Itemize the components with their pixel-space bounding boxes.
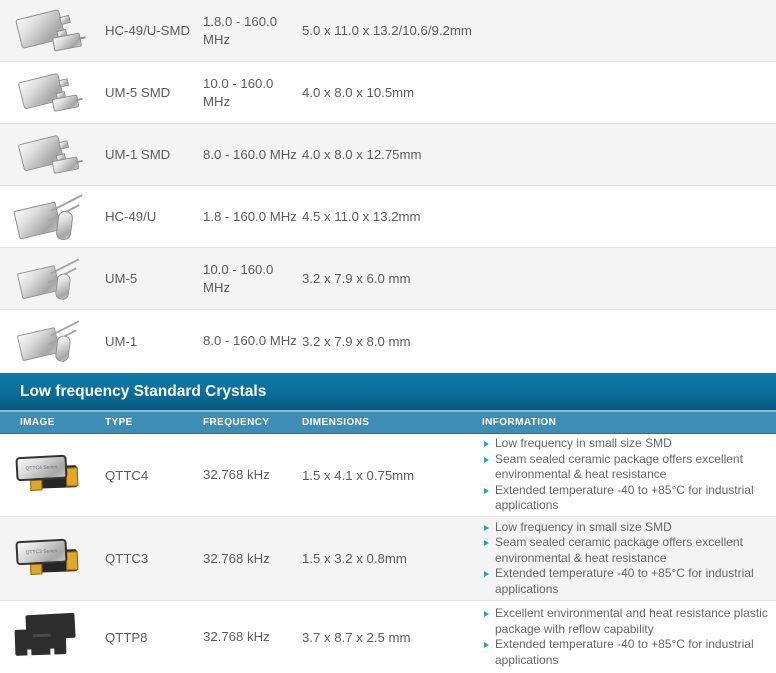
product-information-list: Excellent environmental and heat resista… [482,606,776,668]
product-dimensions: 3.2 x 7.9 x 6.0 mm [302,271,776,286]
product-dimensions: 1.5 x 4.1 x 0.75mm [302,468,482,483]
bullet-arrow-icon [484,571,489,577]
column-header-image: IMAGE [0,417,97,428]
product-image-cell: QTTC3 Series [0,538,97,580]
smd-metal-crystal-photo [15,70,81,114]
product-frequency: 1.8 - 160.0 MHz [203,208,302,226]
info-bullet-item: Excellent environmental and heat resista… [482,606,770,637]
product-image-cell [0,193,97,241]
product-frequency: 32.768 kHz [203,466,302,484]
qttp8-plastic-smd-crystal-photo [13,612,85,662]
smd-metal-crystal-photo [13,7,85,55]
column-header-dimensions: DIMENSIONS [302,417,482,428]
product-type: QTTP8 [97,630,203,645]
product-information-list: Low frequency in small size SMD Seam sea… [482,436,776,514]
product-type: HC-49/U-SMD [97,23,203,38]
product-row-hc49u-smd[interactable]: HC-49/U-SMD 1.8.0 - 160.0 MHz 5.0 x 11.0… [0,0,776,62]
product-row-qttc3[interactable]: QTTC3 Series QTTC3 32.768 kHz 1.5 x 3.2 … [0,517,776,601]
product-row-qttc4[interactable]: QTTC4 Series QTTC4 32.768 kHz 1.5 x 4.1 … [0,434,776,517]
product-dimensions: 3.7 x 8.7 x 2.5 mm [302,630,482,645]
product-frequency: 32.768 kHz [203,550,302,568]
crystal-products-page: HC-49/U-SMD 1.8.0 - 160.0 MHz 5.0 x 11.0… [0,0,776,673]
product-row-qttp8[interactable]: QTTP8 32.768 kHz 3.7 x 8.7 x 2.5 mm Exce… [0,601,776,673]
product-dimensions: 1.5 x 3.2 x 0.8mm [302,551,482,566]
bullet-arrow-icon [484,441,489,447]
info-bullet-item: Extended temperature -40 to +85°C for in… [482,637,770,668]
bullet-arrow-icon [484,642,489,648]
product-dimensions: 4.0 x 8.0 x 12.75mm [302,147,776,162]
column-header-type: TYPE [97,417,203,428]
leaded-metal-crystal-photo [16,319,81,362]
product-information-list: Low frequency in small size SMD Seam sea… [482,520,776,598]
product-image-cell [0,317,97,365]
product-frequency: 8.0 - 160.0 MHz [203,332,302,350]
product-row-um1-smd[interactable]: UM-1 SMD 8.0 - 160.0 MHz 4.0 x 8.0 x 12.… [0,124,776,186]
product-frequency: 32.768 kHz [203,628,302,646]
product-frequency: 10.0 - 160.0 MHz [203,75,302,111]
bullet-arrow-icon [484,611,489,617]
leaded-metal-crystal-photo [16,257,81,300]
info-bullet-item: Low frequency in small size SMD [482,520,770,536]
product-dimensions: 3.2 x 7.9 x 8.0 mm [302,334,776,349]
info-bullet-item: Low frequency in small size SMD [482,436,770,452]
section-title-bar: Low frequency Standard Crystals [0,373,776,410]
column-header-row: IMAGE TYPE FREQUENCY DIMENSIONS INFORMAT… [0,410,776,434]
bullet-arrow-icon [484,525,489,531]
qttc4-ceramic-smd-crystal-photo: QTTC4 Series [15,454,83,496]
product-type: QTTC3 [97,551,203,566]
product-frequency: 8.0 - 160.0 MHz [203,146,302,164]
smd-metal-crystal-photo [15,132,81,176]
product-dimensions: 4.0 x 8.0 x 10.5mm [302,85,776,100]
product-type: UM-5 [97,271,203,286]
product-image-cell [0,255,97,303]
product-type: UM-1 [97,334,203,349]
product-image-cell [0,69,97,117]
low-frequency-crystals-section: Low frequency Standard Crystals IMAGE TY… [0,373,776,673]
standard-crystals-table: HC-49/U-SMD 1.8.0 - 160.0 MHz 5.0 x 11.0… [0,0,776,372]
bullet-arrow-icon [484,457,489,463]
product-frequency: 1.8.0 - 160.0 MHz [203,13,302,49]
product-image-cell [0,612,97,662]
product-type: HC-49/U [97,209,203,224]
product-row-um5[interactable]: UM-5 10.0 - 160.0 MHz 3.2 x 7.9 x 6.0 mm [0,248,776,310]
product-dimensions: 5.0 x 11.0 x 13.2/10.6/9.2mm [302,23,776,38]
column-header-frequency: FREQUENCY [203,417,302,428]
product-row-hc49u[interactable]: HC-49/U 1.8 - 160.0 MHz 4.5 x 11.0 x 13.… [0,186,776,248]
bullet-arrow-icon [484,540,489,546]
product-image-cell [0,131,97,179]
product-type: UM-1 SMD [97,147,203,162]
product-row-um1[interactable]: UM-1 8.0 - 160.0 MHz 3.2 x 7.9 x 8.0 mm [0,310,776,372]
info-bullet-item: Extended temperature -40 to +85°C for in… [482,483,770,514]
info-bullet-item: Extended temperature -40 to +85°C for in… [482,566,770,597]
column-header-information: INFORMATION [482,417,776,428]
product-frequency: 10.0 - 160.0 MHz [203,261,302,297]
leaded-metal-crystal-photo [13,193,85,241]
product-type: QTTC4 [97,468,203,483]
product-row-um5-smd[interactable]: UM-5 SMD 10.0 - 160.0 MHz 4.0 x 8.0 x 10… [0,62,776,124]
info-bullet-item: Seam sealed ceramic package offers excel… [482,452,770,483]
product-image-cell [0,7,97,55]
product-dimensions: 4.5 x 11.0 x 13.2mm [302,209,776,224]
product-image-cell: QTTC4 Series [0,454,97,496]
product-type: UM-5 SMD [97,85,203,100]
qttc3-ceramic-smd-crystal-photo: QTTC3 Series [15,538,83,580]
info-bullet-item: Seam sealed ceramic package offers excel… [482,535,770,566]
section-title: Low frequency Standard Crystals [20,383,266,401]
bullet-arrow-icon [484,488,489,494]
